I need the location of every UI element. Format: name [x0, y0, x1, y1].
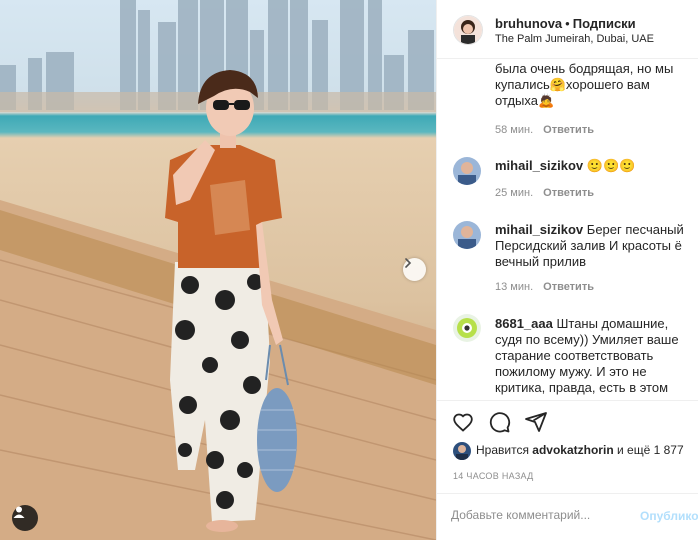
comment-meta: 25 мин. Ответить [495, 187, 594, 199]
heart-icon[interactable] [451, 410, 475, 434]
post-photo[interactable] [0, 0, 436, 540]
user-tag-icon [13, 506, 25, 518]
post-location[interactable]: The Palm Jumeirah, Dubai, UAE [495, 33, 654, 45]
commenter-avatar[interactable] [453, 314, 481, 342]
chevron-right-icon [405, 258, 412, 268]
liker-avatar[interactable] [453, 442, 471, 460]
reply-button[interactable]: Ответить [543, 281, 594, 293]
comment-input[interactable] [451, 508, 631, 522]
comment-time: 13 мин. [495, 281, 534, 293]
commenter-avatar[interactable] [453, 221, 481, 249]
comment-bubble-icon[interactable] [487, 410, 511, 434]
add-comment-bar: Опубликовать [437, 493, 698, 541]
commenter-avatar[interactable] [453, 157, 481, 185]
comment-text: 🙂🙂🙂 [586, 158, 636, 173]
photo-scene [0, 0, 436, 540]
author-avatar[interactable] [453, 15, 483, 45]
comment-item: mihail_sizikov Берег песчаный Персидский… [495, 222, 690, 270]
action-bar [437, 400, 698, 431]
post-side-panel: bruhunova • Подписки The Palm Jumeirah, Du… [436, 0, 698, 540]
post-timestamp[interactable]: 14 ЧАСОВ НАЗАД [453, 471, 534, 481]
comment-meta: 58 мин. Ответить [495, 124, 594, 136]
post-header: bruhunova • Подписки The Palm Jumeirah, Du… [437, 0, 698, 59]
liker-username[interactable]: advokatzhorin [532, 443, 613, 457]
author-line: bruhunova • Подписки [495, 16, 636, 31]
likes-summary: Нравится advokatzhorin и ещё 1 877 [453, 442, 684, 460]
comment-item: 8681_aaa Штаны домашние, судя по всему))… [495, 316, 690, 396]
user-tag-button[interactable] [12, 505, 38, 531]
comment-item: mihail_sizikov 🙂🙂🙂 [495, 158, 690, 174]
likes-prefix: Нравится [476, 443, 529, 458]
likes-count[interactable]: и ещё 1 877 [617, 443, 684, 457]
paper-plane-icon[interactable] [524, 410, 548, 434]
comment-username[interactable]: mihail_sizikov [495, 158, 583, 173]
separator-dot: • [565, 16, 570, 31]
comment-time: 25 мин. [495, 187, 534, 199]
comment-username[interactable]: 8681_aaa [495, 316, 553, 331]
publish-button[interactable]: Опубликовать [640, 509, 698, 523]
reply-button[interactable]: Ответить [543, 124, 594, 136]
comment-text: была очень бодрящая, но мы купались🤗хоро… [495, 61, 674, 108]
reply-button[interactable]: Ответить [543, 187, 594, 199]
author-username[interactable]: bruhunova [495, 16, 562, 31]
next-photo-button[interactable] [403, 258, 426, 281]
comment-meta: 13 мин. Ответить [495, 281, 594, 293]
follow-status-button[interactable]: Подписки [573, 16, 636, 31]
comment-time: 58 мин. [495, 124, 534, 136]
comment-username[interactable]: mihail_sizikov [495, 222, 583, 237]
